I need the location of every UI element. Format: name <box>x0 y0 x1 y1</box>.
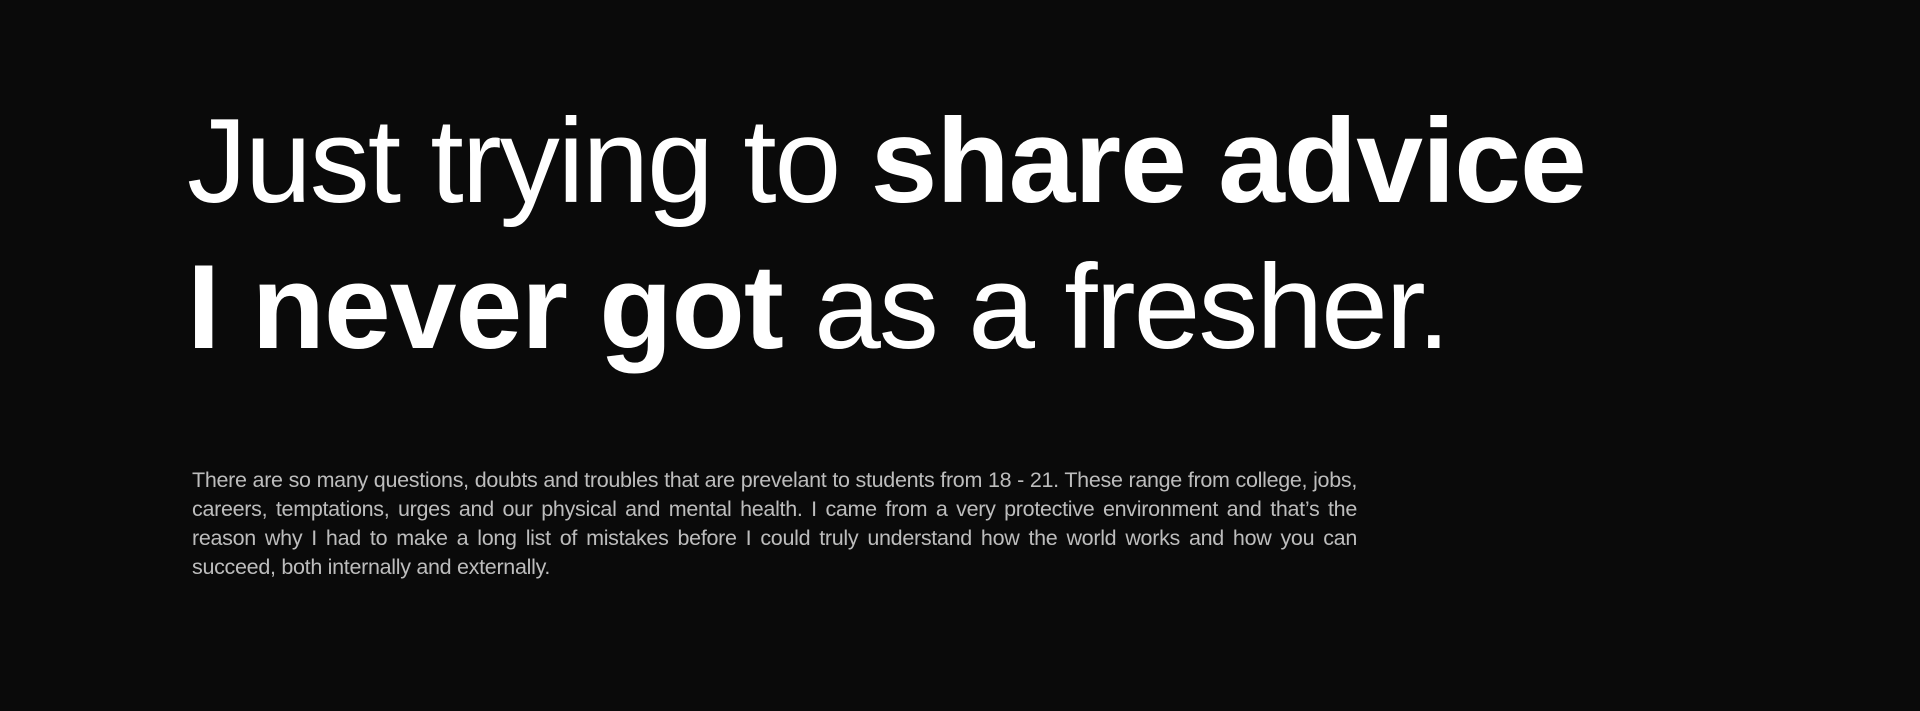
hero-section: Just trying to share advice I never got … <box>187 88 1687 380</box>
headline-line-1-bold: share advice <box>870 94 1587 228</box>
hero-headline: Just trying to share advice I never got … <box>187 88 1687 380</box>
headline-line-2-regular: as a fresher. <box>782 240 1450 374</box>
intro-paragraph: There are so many questions, doubts and … <box>192 468 1357 579</box>
headline-line-2: I never got as a fresher. <box>187 234 1687 380</box>
headline-line-2-bold: I never got <box>187 240 784 374</box>
headline-line-1: Just trying to share advice <box>187 88 1687 234</box>
headline-line-1-regular: Just trying to <box>187 94 871 228</box>
